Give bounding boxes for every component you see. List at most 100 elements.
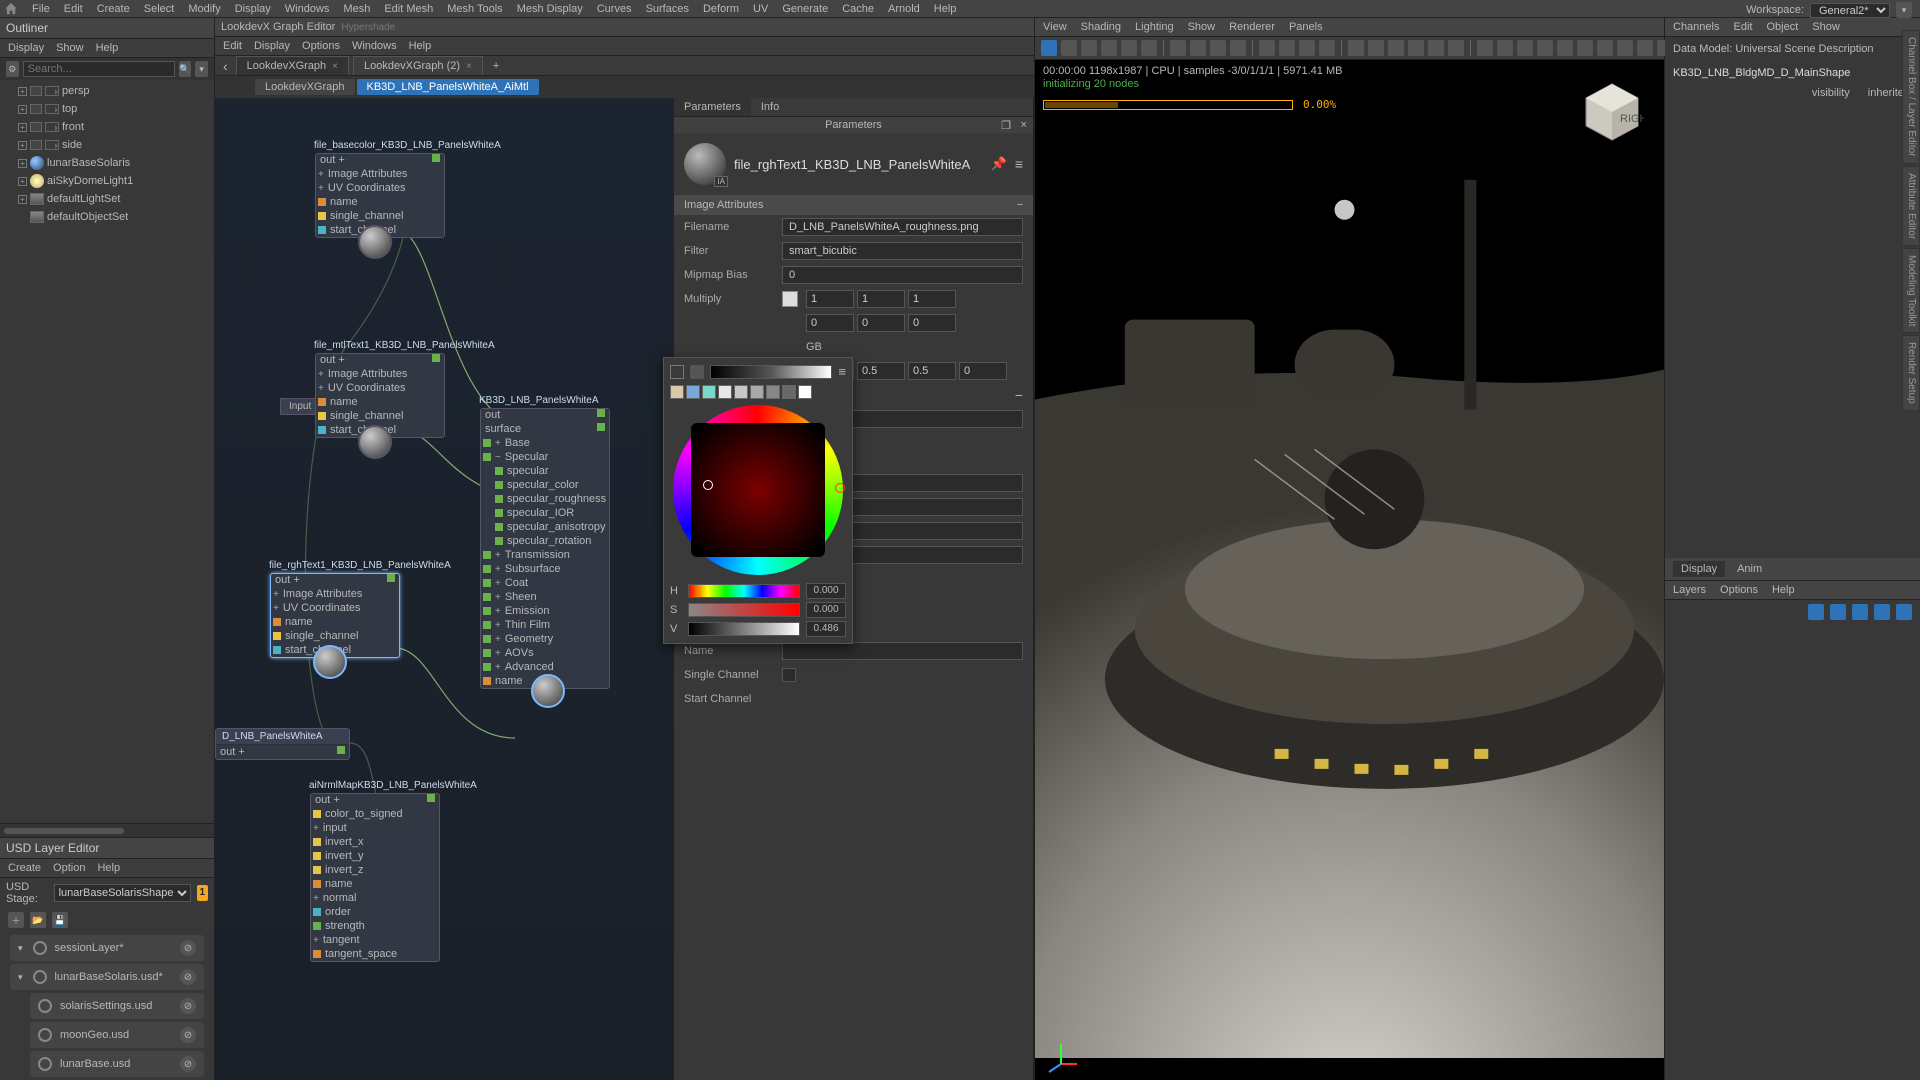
node-preview-icon[interactable] (358, 425, 392, 459)
in-port[interactable] (483, 607, 491, 615)
menu-select[interactable]: Select (144, 3, 175, 15)
layer-icon-btn[interactable] (1852, 604, 1868, 620)
vp-menu-lighting[interactable]: Lighting (1135, 21, 1174, 33)
graph-menu-display[interactable]: Display (254, 40, 290, 52)
menu-windows[interactable]: Windows (285, 3, 330, 15)
eyedropper-icon[interactable] (690, 365, 704, 379)
rc-menu-channels[interactable]: Channels (1673, 21, 1719, 33)
outliner-menu-show[interactable]: Show (56, 42, 84, 54)
in-port[interactable] (483, 677, 491, 685)
name-field[interactable] (782, 642, 1023, 660)
node-basecolor[interactable]: file_basecolor_KB3D_LNB_PanelsWhiteA out… (315, 153, 445, 238)
outliner-opts-icon[interactable]: ▾ (195, 61, 208, 77)
vp-tool[interactable] (1497, 40, 1513, 56)
mipmap-field[interactable] (782, 266, 1023, 284)
tree-item-top[interactable]: +top (0, 100, 214, 118)
menu-display[interactable]: Display (235, 3, 271, 15)
menu-meshdisplay[interactable]: Mesh Display (517, 3, 583, 15)
vp-tool-select[interactable] (1041, 40, 1057, 56)
menu-mesh[interactable]: Mesh (343, 3, 370, 15)
section-image-attrs[interactable]: Image Attributes− (674, 195, 1033, 215)
outliner-search[interactable] (23, 61, 175, 77)
vp-tool[interactable] (1637, 40, 1653, 56)
vp-tool[interactable] (1121, 40, 1137, 56)
in-port[interactable] (483, 663, 491, 671)
vp-tool[interactable] (1388, 40, 1404, 56)
in-port[interactable] (313, 922, 321, 930)
in-port[interactable] (483, 579, 491, 587)
in-port[interactable] (313, 908, 321, 916)
in-port[interactable] (313, 838, 321, 846)
layer-icon-btn[interactable] (1896, 604, 1912, 620)
menu-modify[interactable]: Modify (188, 3, 220, 15)
in-port[interactable] (483, 621, 491, 629)
layers-menu-help[interactable]: Help (1772, 584, 1795, 596)
layer-icon-btn[interactable] (1874, 604, 1890, 620)
color-swatch[interactable] (782, 291, 798, 307)
tab-parameters[interactable]: Parameters (674, 98, 751, 116)
single-checkbox[interactable] (782, 668, 796, 682)
vp-tool[interactable] (1319, 40, 1335, 56)
channel-box-body[interactable] (1665, 101, 1920, 558)
tree-item-front[interactable]: +front (0, 118, 214, 136)
usd-item-moongeo[interactable]: moonGeo.usd⊘ (30, 1022, 204, 1048)
usd-item-root[interactable]: lunarBaseSolaris.usd*⊘ (10, 964, 204, 990)
vp-tool[interactable] (1061, 40, 1077, 56)
out-port[interactable] (432, 354, 440, 362)
breadcrumb-current[interactable]: KB3D_LNB_PanelsWhiteA_AiMtl (357, 79, 539, 95)
close-icon[interactable]: × (1021, 119, 1027, 131)
vp-menu-panels[interactable]: Panels (1289, 21, 1323, 33)
outliner-menu-help[interactable]: Help (96, 42, 119, 54)
usd-save-icon[interactable]: 💾 (52, 912, 68, 928)
menu-arnold[interactable]: Arnold (888, 3, 920, 15)
vp-menu-renderer[interactable]: Renderer (1229, 21, 1275, 33)
swatch[interactable] (702, 385, 716, 399)
graph-menu-help[interactable]: Help (409, 40, 432, 52)
node-rghtext-selected[interactable]: file_rghText1_KB3D_LNB_PanelsWhiteA out … (270, 573, 400, 658)
vp-tool[interactable] (1141, 40, 1157, 56)
home-icon[interactable] (4, 2, 18, 16)
hue-value[interactable]: 0.000 (806, 583, 846, 599)
menu-edit[interactable]: Edit (64, 3, 83, 15)
sat-slider[interactable] (688, 603, 800, 617)
graph-tab-2[interactable]: LookdevXGraph (2)× (353, 56, 483, 75)
out-port[interactable] (597, 409, 605, 417)
usd-item-lunarbase[interactable]: lunarBase.usd⊘ (30, 1051, 204, 1077)
menu-cache[interactable]: Cache (842, 3, 874, 15)
vp-menu-show[interactable]: Show (1188, 21, 1216, 33)
vp-tool[interactable] (1170, 40, 1186, 56)
in-port[interactable] (483, 551, 491, 559)
vp-tool[interactable] (1517, 40, 1533, 56)
usd-item-session[interactable]: sessionLayer*⊘ (10, 935, 204, 961)
in-port[interactable] (318, 398, 326, 406)
in-port[interactable] (318, 226, 326, 234)
in-port[interactable] (483, 593, 491, 601)
in-port[interactable] (495, 481, 503, 489)
mute-icon[interactable]: ⊘ (180, 969, 196, 985)
usd-menu-help[interactable]: Help (97, 862, 120, 874)
in-port[interactable] (313, 866, 321, 874)
filename-field[interactable] (782, 218, 1023, 236)
layer-icon-btn[interactable] (1830, 604, 1846, 620)
row3-c[interactable] (908, 362, 956, 380)
menu-create[interactable]: Create (97, 3, 130, 15)
dock-tab-attreditor[interactable]: Attribute Editor (1902, 166, 1920, 246)
node-preview-icon[interactable] (358, 225, 392, 259)
vp-tool[interactable] (1477, 40, 1493, 56)
layers-menu-layers[interactable]: Layers (1673, 584, 1706, 596)
in-port[interactable] (313, 880, 321, 888)
rc-menu-object[interactable]: Object (1766, 21, 1798, 33)
in-port[interactable] (483, 565, 491, 573)
popout-icon[interactable]: ❐ (1001, 119, 1011, 132)
in-port[interactable] (495, 467, 503, 475)
collapse-icon[interactable]: − (1015, 387, 1023, 403)
search-icon[interactable]: 🔍 (179, 61, 192, 77)
in-port[interactable] (318, 412, 326, 420)
viewcube-icon[interactable]: RIGHT (1580, 80, 1644, 144)
graph-menu-edit[interactable]: Edit (223, 40, 242, 52)
layers-list[interactable] (1665, 624, 1920, 1080)
vp-menu-view[interactable]: View (1043, 21, 1067, 33)
vp-tool[interactable] (1557, 40, 1573, 56)
node-fragment[interactable]: D_LNB_PanelsWhiteA out + (215, 728, 350, 760)
vp-tool[interactable] (1279, 40, 1295, 56)
